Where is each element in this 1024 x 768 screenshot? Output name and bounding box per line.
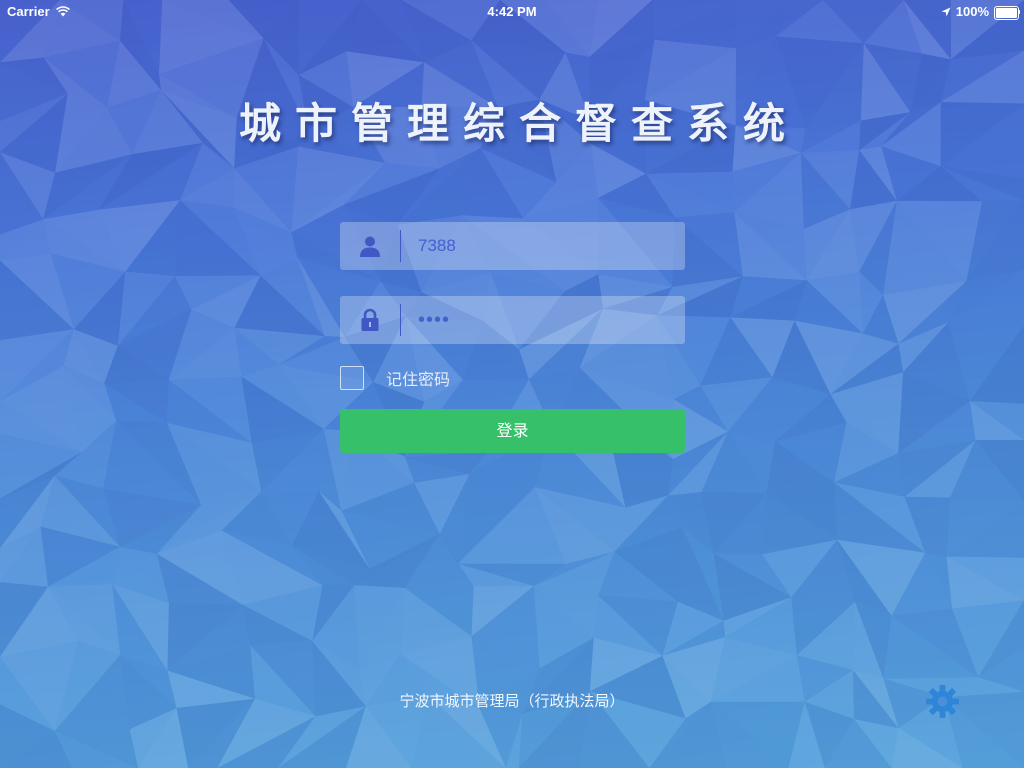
- battery-percent: 100%: [955, 4, 989, 19]
- password-input[interactable]: [418, 296, 668, 344]
- login-button[interactable]: 登录: [340, 409, 685, 453]
- status-right: 100%: [941, 4, 1020, 20]
- status-bar: Carrier 4:42 PM 100%: [0, 0, 1024, 22]
- location-arrow-icon: [941, 7, 951, 16]
- remember-checkbox[interactable]: [340, 366, 364, 390]
- remember-label: 记住密码: [386, 370, 451, 389]
- gear-icon[interactable]: [925, 684, 960, 719]
- remember-password[interactable]: 记住密码: [340, 365, 450, 391]
- password-field[interactable]: [340, 296, 685, 344]
- battery-icon: [994, 5, 1020, 20]
- battery-level: [996, 7, 1017, 18]
- status-time: 4:42 PM: [487, 4, 537, 19]
- password-divider: [400, 304, 401, 336]
- app-title: 城市管理综合督查系统: [238, 99, 799, 148]
- username-field[interactable]: [340, 222, 685, 270]
- footer-organization: 宁波市城市管理局（行政执法局）: [399, 692, 625, 710]
- user-icon: [360, 236, 380, 257]
- username-input[interactable]: [418, 222, 668, 270]
- username-divider: [400, 230, 401, 262]
- lock-icon: [361, 308, 379, 331]
